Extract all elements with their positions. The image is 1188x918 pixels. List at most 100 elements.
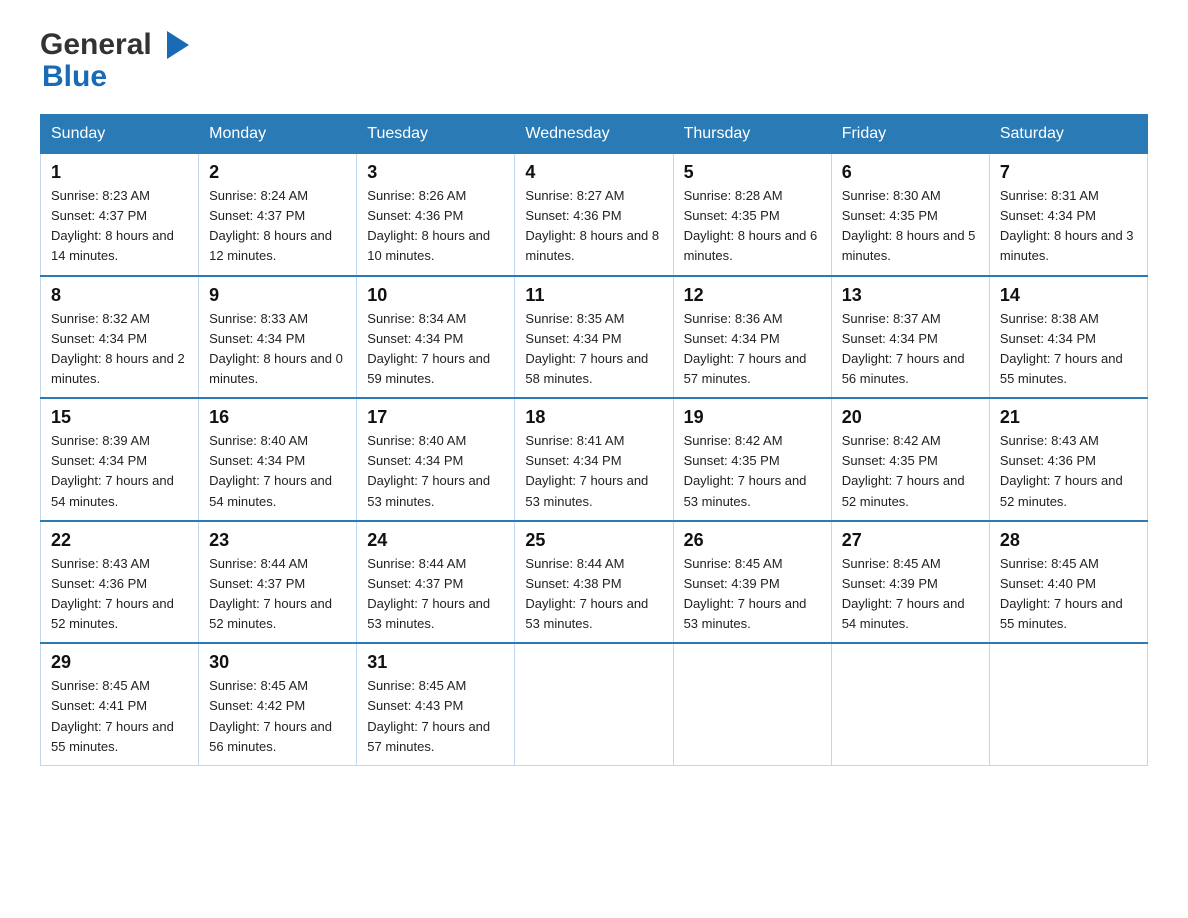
week-row-1: 1 Sunrise: 8:23 AMSunset: 4:37 PMDayligh… bbox=[41, 154, 1148, 276]
day-info: Sunrise: 8:32 AMSunset: 4:34 PMDaylight:… bbox=[51, 311, 185, 386]
day-number: 16 bbox=[209, 407, 346, 428]
day-cell: 7 Sunrise: 8:31 AMSunset: 4:34 PMDayligh… bbox=[989, 154, 1147, 276]
day-cell: 21 Sunrise: 8:43 AMSunset: 4:36 PMDaylig… bbox=[989, 398, 1147, 521]
day-info: Sunrise: 8:45 AMSunset: 4:42 PMDaylight:… bbox=[209, 678, 332, 753]
day-info: Sunrise: 8:27 AMSunset: 4:36 PMDaylight:… bbox=[525, 188, 659, 263]
day-cell: 6 Sunrise: 8:30 AMSunset: 4:35 PMDayligh… bbox=[831, 154, 989, 276]
day-number: 23 bbox=[209, 530, 346, 551]
day-cell: 4 Sunrise: 8:27 AMSunset: 4:36 PMDayligh… bbox=[515, 154, 673, 276]
day-cell: 24 Sunrise: 8:44 AMSunset: 4:37 PMDaylig… bbox=[357, 521, 515, 644]
day-number: 26 bbox=[684, 530, 821, 551]
col-header-thursday: Thursday bbox=[673, 115, 831, 154]
day-number: 4 bbox=[525, 162, 662, 183]
logo-flag-icon bbox=[167, 31, 189, 59]
day-info: Sunrise: 8:23 AMSunset: 4:37 PMDaylight:… bbox=[51, 188, 174, 263]
day-cell bbox=[831, 643, 989, 765]
day-number: 19 bbox=[684, 407, 821, 428]
day-number: 29 bbox=[51, 652, 188, 673]
day-number: 13 bbox=[842, 285, 979, 306]
day-number: 28 bbox=[1000, 530, 1137, 551]
day-info: Sunrise: 8:31 AMSunset: 4:34 PMDaylight:… bbox=[1000, 188, 1134, 263]
day-cell bbox=[515, 643, 673, 765]
day-number: 27 bbox=[842, 530, 979, 551]
day-number: 8 bbox=[51, 285, 188, 306]
day-cell: 26 Sunrise: 8:45 AMSunset: 4:39 PMDaylig… bbox=[673, 521, 831, 644]
day-cell: 11 Sunrise: 8:35 AMSunset: 4:34 PMDaylig… bbox=[515, 276, 673, 399]
day-number: 14 bbox=[1000, 285, 1137, 306]
day-cell: 28 Sunrise: 8:45 AMSunset: 4:40 PMDaylig… bbox=[989, 521, 1147, 644]
day-cell: 9 Sunrise: 8:33 AMSunset: 4:34 PMDayligh… bbox=[199, 276, 357, 399]
day-info: Sunrise: 8:42 AMSunset: 4:35 PMDaylight:… bbox=[684, 433, 807, 508]
day-number: 17 bbox=[367, 407, 504, 428]
day-number: 25 bbox=[525, 530, 662, 551]
day-info: Sunrise: 8:44 AMSunset: 4:37 PMDaylight:… bbox=[367, 556, 490, 631]
col-header-wednesday: Wednesday bbox=[515, 115, 673, 154]
header: General Blue bbox=[40, 30, 1148, 94]
day-number: 5 bbox=[684, 162, 821, 183]
day-number: 7 bbox=[1000, 162, 1137, 183]
day-cell bbox=[673, 643, 831, 765]
col-header-tuesday: Tuesday bbox=[357, 115, 515, 154]
day-info: Sunrise: 8:36 AMSunset: 4:34 PMDaylight:… bbox=[684, 311, 807, 386]
day-cell: 13 Sunrise: 8:37 AMSunset: 4:34 PMDaylig… bbox=[831, 276, 989, 399]
day-cell: 31 Sunrise: 8:45 AMSunset: 4:43 PMDaylig… bbox=[357, 643, 515, 765]
day-cell: 5 Sunrise: 8:28 AMSunset: 4:35 PMDayligh… bbox=[673, 154, 831, 276]
day-cell: 16 Sunrise: 8:40 AMSunset: 4:34 PMDaylig… bbox=[199, 398, 357, 521]
day-cell: 20 Sunrise: 8:42 AMSunset: 4:35 PMDaylig… bbox=[831, 398, 989, 521]
days-of-week-row: SundayMondayTuesdayWednesdayThursdayFrid… bbox=[41, 115, 1148, 154]
day-info: Sunrise: 8:45 AMSunset: 4:41 PMDaylight:… bbox=[51, 678, 174, 753]
day-info: Sunrise: 8:41 AMSunset: 4:34 PMDaylight:… bbox=[525, 433, 648, 508]
day-cell: 18 Sunrise: 8:41 AMSunset: 4:34 PMDaylig… bbox=[515, 398, 673, 521]
day-number: 12 bbox=[684, 285, 821, 306]
day-number: 10 bbox=[367, 285, 504, 306]
day-info: Sunrise: 8:44 AMSunset: 4:37 PMDaylight:… bbox=[209, 556, 332, 631]
col-header-sunday: Sunday bbox=[41, 115, 199, 154]
day-number: 1 bbox=[51, 162, 188, 183]
day-info: Sunrise: 8:28 AMSunset: 4:35 PMDaylight:… bbox=[684, 188, 818, 263]
day-cell: 2 Sunrise: 8:24 AMSunset: 4:37 PMDayligh… bbox=[199, 154, 357, 276]
day-info: Sunrise: 8:34 AMSunset: 4:34 PMDaylight:… bbox=[367, 311, 490, 386]
day-info: Sunrise: 8:40 AMSunset: 4:34 PMDaylight:… bbox=[209, 433, 332, 508]
col-header-friday: Friday bbox=[831, 115, 989, 154]
calendar-table: SundayMondayTuesdayWednesdayThursdayFrid… bbox=[40, 114, 1148, 766]
day-info: Sunrise: 8:43 AMSunset: 4:36 PMDaylight:… bbox=[51, 556, 174, 631]
day-info: Sunrise: 8:33 AMSunset: 4:34 PMDaylight:… bbox=[209, 311, 343, 386]
day-info: Sunrise: 8:39 AMSunset: 4:34 PMDaylight:… bbox=[51, 433, 174, 508]
day-number: 20 bbox=[842, 407, 979, 428]
day-number: 24 bbox=[367, 530, 504, 551]
day-cell: 30 Sunrise: 8:45 AMSunset: 4:42 PMDaylig… bbox=[199, 643, 357, 765]
day-cell bbox=[989, 643, 1147, 765]
day-number: 2 bbox=[209, 162, 346, 183]
week-row-2: 8 Sunrise: 8:32 AMSunset: 4:34 PMDayligh… bbox=[41, 276, 1148, 399]
col-header-monday: Monday bbox=[199, 115, 357, 154]
week-row-5: 29 Sunrise: 8:45 AMSunset: 4:41 PMDaylig… bbox=[41, 643, 1148, 765]
day-info: Sunrise: 8:24 AMSunset: 4:37 PMDaylight:… bbox=[209, 188, 332, 263]
week-row-4: 22 Sunrise: 8:43 AMSunset: 4:36 PMDaylig… bbox=[41, 521, 1148, 644]
day-cell: 3 Sunrise: 8:26 AMSunset: 4:36 PMDayligh… bbox=[357, 154, 515, 276]
day-info: Sunrise: 8:26 AMSunset: 4:36 PMDaylight:… bbox=[367, 188, 490, 263]
day-info: Sunrise: 8:35 AMSunset: 4:34 PMDaylight:… bbox=[525, 311, 648, 386]
day-number: 3 bbox=[367, 162, 504, 183]
logo-general-part: General bbox=[40, 30, 152, 60]
day-info: Sunrise: 8:42 AMSunset: 4:35 PMDaylight:… bbox=[842, 433, 965, 508]
day-info: Sunrise: 8:40 AMSunset: 4:34 PMDaylight:… bbox=[367, 433, 490, 508]
day-number: 31 bbox=[367, 652, 504, 673]
day-cell: 10 Sunrise: 8:34 AMSunset: 4:34 PMDaylig… bbox=[357, 276, 515, 399]
day-info: Sunrise: 8:44 AMSunset: 4:38 PMDaylight:… bbox=[525, 556, 648, 631]
day-cell: 22 Sunrise: 8:43 AMSunset: 4:36 PMDaylig… bbox=[41, 521, 199, 644]
day-number: 18 bbox=[525, 407, 662, 428]
day-cell: 12 Sunrise: 8:36 AMSunset: 4:34 PMDaylig… bbox=[673, 276, 831, 399]
day-info: Sunrise: 8:37 AMSunset: 4:34 PMDaylight:… bbox=[842, 311, 965, 386]
logo-blue-part: Blue bbox=[42, 60, 107, 93]
day-info: Sunrise: 8:45 AMSunset: 4:39 PMDaylight:… bbox=[842, 556, 965, 631]
day-cell: 25 Sunrise: 8:44 AMSunset: 4:38 PMDaylig… bbox=[515, 521, 673, 644]
day-info: Sunrise: 8:45 AMSunset: 4:39 PMDaylight:… bbox=[684, 556, 807, 631]
day-info: Sunrise: 8:45 AMSunset: 4:43 PMDaylight:… bbox=[367, 678, 490, 753]
day-number: 21 bbox=[1000, 407, 1137, 428]
col-header-saturday: Saturday bbox=[989, 115, 1147, 154]
day-cell: 1 Sunrise: 8:23 AMSunset: 4:37 PMDayligh… bbox=[41, 154, 199, 276]
day-number: 9 bbox=[209, 285, 346, 306]
day-cell: 29 Sunrise: 8:45 AMSunset: 4:41 PMDaylig… bbox=[41, 643, 199, 765]
day-number: 11 bbox=[525, 285, 662, 306]
day-cell: 8 Sunrise: 8:32 AMSunset: 4:34 PMDayligh… bbox=[41, 276, 199, 399]
